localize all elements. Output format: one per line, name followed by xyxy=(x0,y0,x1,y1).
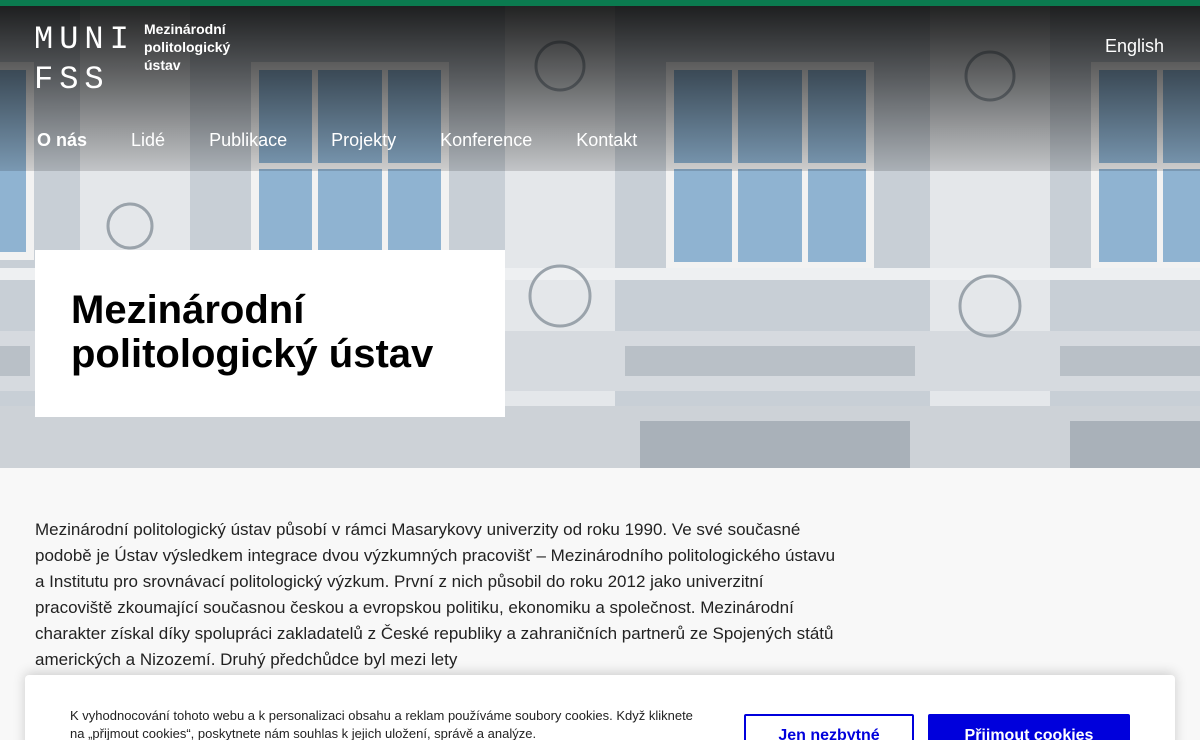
language-switch-link[interactable]: English xyxy=(1105,36,1164,57)
intro-paragraph: Mezinárodní politologický ústav působí v… xyxy=(35,520,836,669)
nav-item-projects[interactable]: Projekty xyxy=(331,130,396,151)
logo-line2: FSS xyxy=(34,61,110,90)
institute-logo[interactable]: MUNI FSS Mezinárodní politologický ústav xyxy=(34,20,254,90)
page-title: Mezinárodní politologický ústav xyxy=(71,288,434,376)
nav-item-people[interactable]: Lidé xyxy=(131,130,165,151)
nav-item-about[interactable]: O nás xyxy=(37,130,87,151)
nav-item-conferences[interactable]: Konference xyxy=(440,130,532,151)
logo-line1: MUNI xyxy=(34,21,134,58)
necessary-cookies-button[interactable]: Jen nezbytné xyxy=(744,714,914,740)
muni-fss-logo-mark: MUNI FSS xyxy=(34,21,134,90)
cookie-banner: K vyhodnocování tohoto webu a k personal… xyxy=(25,675,1175,740)
nav-item-contact[interactable]: Kontakt xyxy=(576,130,637,151)
cookie-banner-text: K vyhodnocování tohoto webu a k personal… xyxy=(70,708,693,740)
main-nav: O nás Lidé Publikace Projekty Konference… xyxy=(37,130,681,151)
accept-cookies-button[interactable]: Přijmout cookies xyxy=(928,714,1130,740)
institute-name: Mezinárodní politologický ústav xyxy=(144,21,231,73)
hero-title-box: Mezinárodní politologický ústav xyxy=(35,250,505,417)
nav-item-publications[interactable]: Publikace xyxy=(209,130,287,151)
